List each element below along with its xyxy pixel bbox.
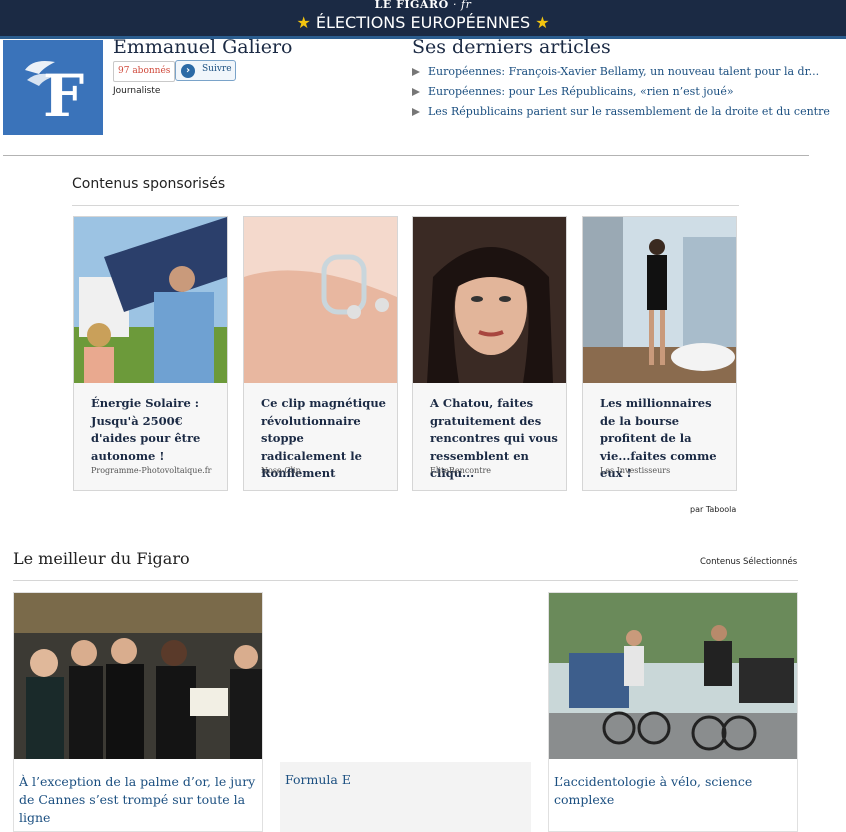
- best-article-image: [549, 593, 797, 759]
- sponsored-card-image: [413, 217, 566, 383]
- latest-article-link[interactable]: Européennes: François-Xavier Bellamy, un…: [412, 65, 819, 83]
- sponsored-card[interactable]: Ce clip magnétique révolutionnaire stopp…: [243, 216, 398, 491]
- bullet-triangle-icon: [412, 68, 420, 76]
- latest-article-link[interactable]: Les Républicains parient sur le rassembl…: [412, 105, 830, 123]
- sponsored-card-source: Nose-Clip: [261, 466, 301, 475]
- author-role: Journaliste: [113, 86, 161, 96]
- sponsored-card[interactable]: Les millionnaires de la bourse profitent…: [582, 216, 737, 491]
- best-article-caption: L’accidentologie à vélo, science complex…: [554, 774, 753, 807]
- sponsored-card-image: [244, 217, 397, 383]
- bullet-triangle-icon: [412, 108, 420, 116]
- author-name[interactable]: Emmanuel Galiero: [113, 36, 293, 58]
- sponsored-card-image: [74, 217, 227, 383]
- latest-articles-title: Ses derniers articles: [412, 36, 611, 58]
- best-article-card[interactable]: L’accidentologie à vélo, science complex…: [548, 592, 798, 832]
- section-divider: [13, 580, 798, 581]
- svg-text:F: F: [43, 62, 84, 130]
- elections-banner[interactable]: LE FIGARO · fr ★ ÉLECTIONS EUROPÉENNES ★: [0, 0, 846, 39]
- star-icon: ★: [535, 13, 550, 32]
- best-article-caption: À l’exception de la palme d’or, le jury …: [19, 774, 256, 825]
- star-icon: ★: [296, 13, 311, 32]
- latest-article-link[interactable]: Européennes: pour Les Républicains, «rie…: [412, 85, 734, 103]
- chevron-right-icon: ›: [181, 64, 195, 78]
- sponsored-card-source: Les Investisseurs: [600, 466, 671, 475]
- best-article-caption: Formula E: [285, 772, 351, 787]
- best-of-section-title: Le meilleur du Figaro: [13, 549, 190, 568]
- sponsored-card-source: EliteRencontre: [430, 466, 492, 475]
- section-divider: [3, 155, 809, 156]
- bullet-triangle-icon: [412, 88, 420, 96]
- section-divider: [72, 205, 739, 206]
- banner-title: ★ ÉLECTIONS EUROPÉENNES ★: [296, 13, 550, 32]
- taboola-credit[interactable]: par Taboola: [690, 505, 736, 514]
- selected-content-label: Contenus Sélectionnés: [700, 557, 798, 567]
- sponsored-section-title: Contenus sponsorisés: [72, 176, 226, 192]
- figaro-wordmark: LE FIGARO · fr: [374, 0, 472, 11]
- best-article-card[interactable]: À l’exception de la palme d’or, le jury …: [13, 592, 263, 832]
- sponsored-card-source: Programme-Photovoltaique.fr: [91, 466, 212, 475]
- best-article-image: [14, 593, 262, 759]
- follow-label: Suivre: [202, 64, 232, 74]
- sponsored-card[interactable]: A Chatou, faites gratuitement des rencon…: [412, 216, 567, 491]
- sponsored-card[interactable]: Énergie Solaire : Jusqu'à 2500€ d'aides …: [73, 216, 228, 491]
- followers-count: 97 abonnés: [113, 61, 176, 82]
- author-avatar-logo: F: [3, 40, 103, 135]
- sponsored-card-image: [583, 217, 736, 383]
- follow-button[interactable]: › Suivre: [175, 60, 236, 81]
- sponsored-card-headline: Énergie Solaire : Jusqu'à 2500€ d'aides …: [91, 396, 201, 463]
